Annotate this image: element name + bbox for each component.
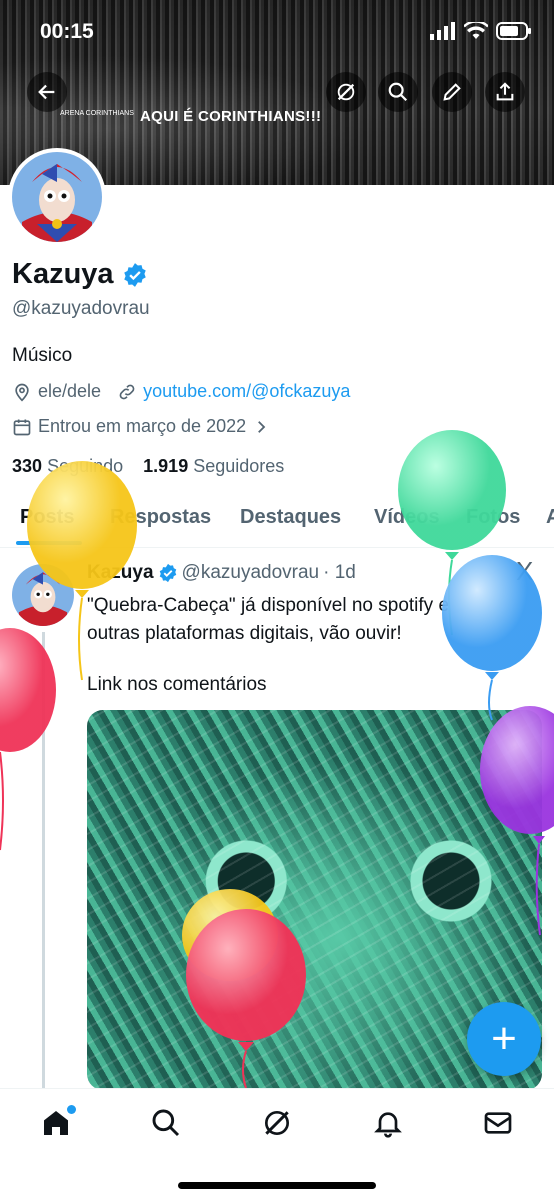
mail-icon (484, 1112, 512, 1134)
pencil-icon (443, 83, 461, 101)
search-icon (152, 1109, 180, 1137)
chevron-right-icon (258, 420, 266, 433)
avatar-image (12, 152, 102, 242)
tab-more[interactable]: A (546, 506, 554, 529)
profile-joined-row[interactable]: Entrou em março de 2022 (12, 416, 270, 437)
thread-line (42, 632, 45, 1092)
tweet-avatar[interactable] (12, 564, 74, 626)
nav-search-button[interactable] (150, 1107, 182, 1139)
verified-badge-icon (159, 563, 176, 583)
verified-badge-icon (123, 262, 146, 287)
edit-button[interactable] (432, 72, 472, 112)
name-row: Kazuya (12, 258, 148, 291)
grok-icon (265, 1111, 289, 1135)
following-link[interactable]: 330 Seguindo (12, 456, 123, 476)
home-notification-dot (67, 1105, 76, 1114)
tweet-time: · 1d (323, 562, 356, 583)
signal-icon (430, 22, 455, 40)
back-button[interactable] (27, 72, 67, 112)
tab-respostas[interactable]: Respostas (110, 506, 211, 529)
profile-website-link[interactable]: youtube.com/@ofckazuya (143, 381, 350, 402)
system-icons (430, 22, 532, 40)
profile-name: Kazuya (12, 258, 114, 290)
profile-handle: @kazuyadovrau (12, 298, 150, 319)
grok-icon (337, 83, 355, 101)
battery-icon (496, 22, 531, 40)
tab-videos[interactable]: Vídeos (374, 506, 440, 529)
compose-post-button[interactable]: + (467, 1002, 541, 1076)
avatar-image (12, 564, 74, 626)
active-tab-indicator (16, 541, 82, 545)
location-pin-icon (15, 383, 29, 402)
tweet-close-button[interactable]: X (516, 556, 533, 587)
tab-posts[interactable]: Posts (20, 506, 74, 529)
tab-fotos[interactable]: Fotos (466, 506, 520, 529)
calendar-icon (13, 419, 31, 435)
profile-location: ele/dele (38, 381, 102, 401)
search-icon (388, 82, 408, 102)
share-button[interactable] (485, 72, 525, 112)
tweet-text: "Quebra-Cabeça" já disponível no spotify… (87, 595, 450, 644)
tweet-text-secondary: Link nos comentários (87, 674, 267, 695)
nav-messages-button[interactable] (482, 1107, 514, 1139)
profile-avatar[interactable] (8, 148, 106, 246)
banner-title: AQUI É CORINTHIANS!!! (140, 108, 322, 125)
nav-grok-button[interactable] (261, 1107, 293, 1139)
profile-joined: Entrou em março de 2022 (38, 416, 247, 436)
profile-meta-row: ele/dele youtube.com/@ofckazuya (12, 381, 350, 402)
status-bar: 00:15 (0, 0, 554, 62)
grok-button[interactable] (326, 72, 366, 112)
follow-stats: 330 Seguindo 1.919 Seguidores (12, 456, 284, 477)
home-indicator (178, 1182, 376, 1189)
followers-link[interactable]: 1.919 Seguidores (143, 456, 284, 476)
status-time: 00:15 (40, 20, 94, 43)
search-button[interactable] (378, 72, 418, 112)
tweet-handle: @kazuyadovrau (181, 562, 320, 583)
tab-destaques[interactable]: Destaques (240, 506, 341, 529)
balloon-pink (0, 628, 56, 851)
nav-home-button[interactable] (40, 1105, 76, 1139)
share-icon (496, 82, 514, 101)
profile-bio: Músico (12, 345, 73, 366)
link-icon (119, 384, 135, 399)
arrow-left-icon (38, 84, 55, 100)
wifi-icon (464, 22, 488, 39)
nav-notifications-button[interactable] (372, 1107, 404, 1139)
tweet-author[interactable]: Kazuya (87, 562, 154, 584)
profile-tabs: Posts Respostas Destaques Vídeos Fotos A (0, 500, 554, 548)
stadium-label: ARENA CORINTHIANS (60, 110, 134, 117)
bell-icon (374, 1112, 402, 1138)
tweet-header: Kazuya @kazuyadovrau · 1d (87, 562, 356, 584)
